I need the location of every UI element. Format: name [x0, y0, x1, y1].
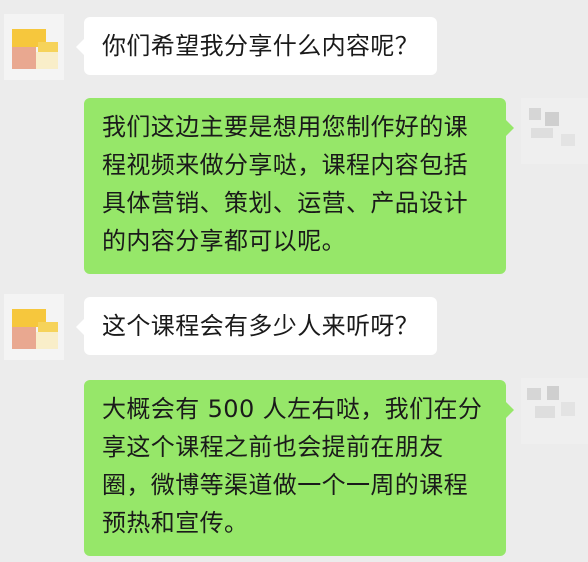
- avatar-pixel: [535, 406, 555, 418]
- message-text: 我们这边主要是想用您制作好的课程视频来做分享哒，课程内容包括具体营销、策划、运营…: [102, 113, 468, 255]
- self-avatar[interactable]: [521, 98, 588, 164]
- bubble-tail: [76, 319, 84, 335]
- avatar-pixel: [529, 108, 541, 120]
- incoming-message-bubble[interactable]: 你们希望我分享什么内容呢？: [76, 17, 438, 75]
- bubble-tail: [76, 39, 84, 55]
- avatar-pixel: [38, 42, 58, 52]
- avatar-pixel: [545, 112, 559, 126]
- avatar-pixel: [38, 322, 58, 332]
- avatar-pixel: [561, 134, 575, 146]
- contact-avatar[interactable]: [4, 14, 64, 80]
- self-avatar[interactable]: [521, 378, 588, 444]
- message-text: 这个课程会有多少人来听呀？: [102, 312, 420, 340]
- avatar-pixel: [12, 327, 36, 349]
- bubble-tail: [506, 402, 514, 418]
- bubble-tail: [506, 120, 514, 136]
- avatar-pixel: [36, 52, 58, 69]
- contact-avatar[interactable]: [4, 294, 64, 360]
- avatar-pixel: [561, 402, 575, 416]
- avatar-pixel: [547, 386, 559, 400]
- avatar-pixel: [36, 332, 58, 349]
- message-text: 你们希望我分享什么内容呢？: [102, 32, 420, 60]
- avatar-pixel: [527, 388, 541, 400]
- outgoing-message-bubble[interactable]: 我们这边主要是想用您制作好的课程视频来做分享哒，课程内容包括具体营销、策划、运营…: [84, 98, 514, 274]
- incoming-message-bubble[interactable]: 这个课程会有多少人来听呀？: [76, 297, 438, 355]
- avatar-pixel: [12, 47, 36, 69]
- outgoing-message-bubble[interactable]: 大概会有 500 人左右哒，我们在分享这个课程之前也会提前在朋友圈，微博等渠道做…: [84, 380, 514, 556]
- message-text: 大概会有 500 人左右哒，我们在分享这个课程之前也会提前在朋友圈，微博等渠道做…: [102, 395, 483, 537]
- avatar-pixel: [531, 128, 553, 138]
